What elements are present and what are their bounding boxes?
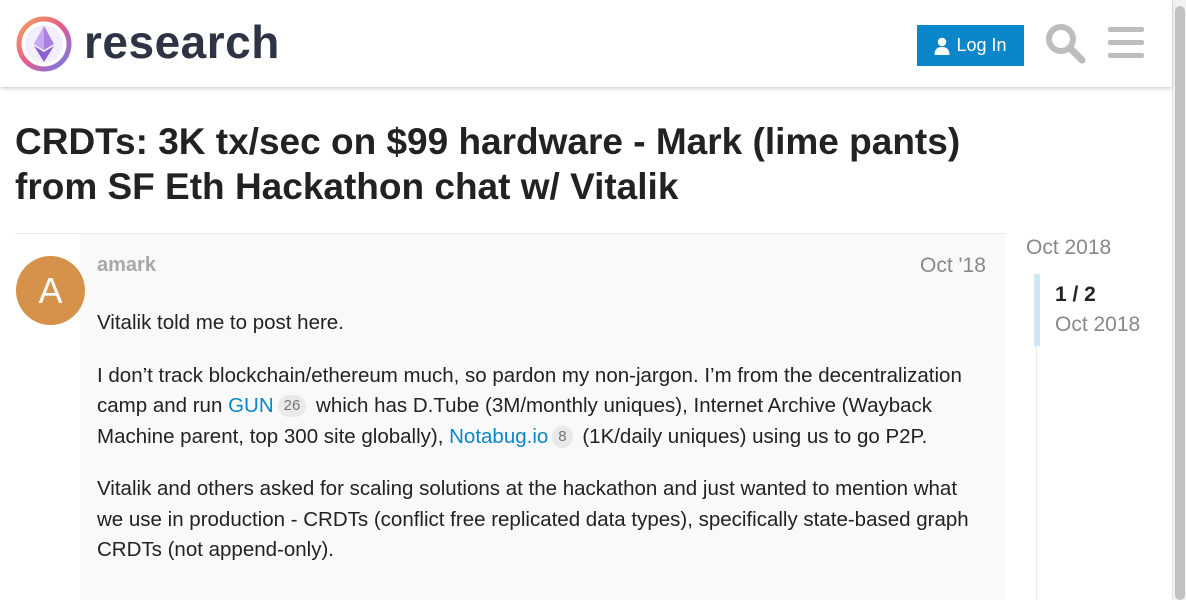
gun-link[interactable]: GUN	[228, 394, 274, 417]
post-paragraph-1: Vitalik told me to post here.	[97, 311, 344, 334]
user-avatar[interactable]: A	[16, 256, 85, 325]
site-header: research Log In	[0, 0, 1172, 87]
post-paragraph-3: Vitalik and others asked for scaling sol…	[97, 477, 969, 561]
timeline-current-date: Oct 2018	[1055, 313, 1141, 336]
post-paragraph-2: I don’t track blockchain/ethereum much, …	[97, 361, 987, 453]
timeline-post-position: 1 / 2	[1055, 283, 1096, 306]
search-icon[interactable]	[1044, 22, 1086, 64]
link-click-count-badge: 8	[552, 425, 573, 448]
notabug-link[interactable]: Notabug.io	[449, 425, 548, 448]
topic-title[interactable]: CRDTs: 3K tx/sec on $99 hardware - Mark …	[15, 119, 1015, 209]
user-icon	[934, 37, 950, 55]
login-button[interactable]: Log In	[917, 25, 1024, 66]
scrollbar-thumb[interactable]	[1175, 6, 1185, 600]
hamburger-menu-icon[interactable]	[1106, 24, 1146, 62]
post-date[interactable]: Oct '18	[920, 254, 986, 278]
link-click-count-badge: 26	[277, 395, 307, 417]
login-button-label: Log In	[956, 35, 1007, 55]
site-logo-icon[interactable]	[16, 16, 72, 72]
post-text-segment: (1K/daily uniques) using us to go P2P.	[576, 424, 928, 448]
avatar-letter: A	[38, 269, 63, 311]
timeline-start-date[interactable]: Oct 2018	[1026, 236, 1111, 260]
timeline-scroll-handle[interactable]	[1034, 274, 1040, 346]
site-name[interactable]: research	[84, 14, 280, 70]
post-username[interactable]: amark	[97, 254, 156, 277]
post-content: Vitalik told me to post here. I don’t tr…	[97, 308, 987, 588]
page-scrollbar[interactable]	[1172, 0, 1186, 600]
